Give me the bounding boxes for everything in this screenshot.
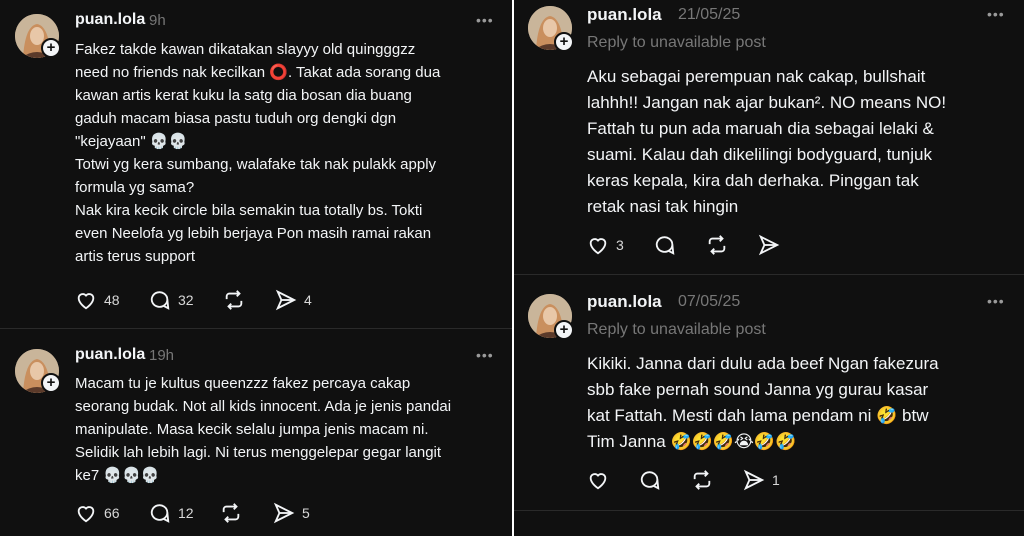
share-icon [743,469,765,491]
post-time: 21/05/25 [678,6,741,23]
reply-button[interactable] [654,233,683,257]
post-text: Kikiki. Janna dari dulu ada beef Ngan fa… [587,354,939,451]
action-bar: 48 32 4 [75,288,375,312]
share-button[interactable]: 4 [275,288,312,312]
share-icon [758,234,780,256]
repost-button[interactable] [223,288,252,312]
repost-button[interactable] [220,501,249,525]
username[interactable]: puan.lola [75,346,145,364]
thread-post: + puan.lola 9h ••• Fakez takde kawan dik… [0,0,512,328]
thread-post: + puan.lola 07/05/25 ••• Reply to unavai… [514,275,1024,510]
repost-icon [691,469,713,491]
comment-icon [654,234,676,256]
thread-post: + puan.lola 19h ••• Macam tu je kultus q… [0,329,512,536]
post-time: 9h [149,12,166,29]
follow-plus-icon[interactable]: + [554,320,574,340]
share-icon [273,502,295,524]
share-button[interactable]: 1 [743,468,780,492]
share-count: 1 [772,472,780,488]
action-bar: 66 12 5 [75,501,375,525]
follow-plus-icon[interactable]: + [41,373,61,393]
follow-plus-icon[interactable]: + [41,38,61,58]
more-icon[interactable]: ••• [987,6,1005,22]
more-icon[interactable]: ••• [476,12,494,28]
post-time: 19h [149,347,175,364]
reply-button[interactable] [639,468,668,492]
post-divider [514,510,1024,511]
username[interactable]: puan.lola [587,5,662,25]
repost-button[interactable] [706,233,735,257]
repost-icon [706,234,728,256]
follow-plus-icon[interactable]: + [554,32,574,52]
right-screenshot-panel: + puan.lola 21/05/25 ••• Reply to unavai… [514,0,1024,536]
repost-button[interactable] [691,468,720,492]
like-count: 48 [104,292,120,308]
like-button[interactable]: 3 [587,233,624,257]
post-text: Fakez takde kawan dikatakan slayyy old q… [75,41,441,265]
thread-post: + puan.lola 21/05/25 ••• Reply to unavai… [514,0,1024,274]
like-button[interactable]: 66 [75,501,120,525]
more-icon[interactable]: ••• [476,347,494,363]
more-icon[interactable]: ••• [987,293,1005,309]
action-bar: 1 [587,468,887,492]
reply-button[interactable]: 12 [149,501,194,525]
post-text: Macam tu je kultus queenzzz fakez percay… [75,375,452,484]
share-button[interactable] [758,233,787,257]
left-screenshot-panel: + puan.lola 9h ••• Fakez takde kawan dik… [0,0,512,536]
share-icon [275,289,297,311]
reply-context[interactable]: Reply to unavailable post [587,321,766,339]
heart-icon [587,234,609,256]
post-text: Aku sebagai perempuan nak cakap, bullsha… [587,67,947,216]
heart-icon [75,289,97,311]
action-bar: 3 [587,233,887,257]
like-count: 3 [616,237,624,253]
username[interactable]: puan.lola [587,292,662,312]
comment-icon [149,502,171,524]
like-count: 66 [104,505,120,521]
heart-icon [75,502,97,524]
repost-icon [220,502,242,524]
username[interactable]: puan.lola [75,11,145,29]
heart-icon [587,469,609,491]
reply-count: 32 [178,292,194,308]
repost-icon [223,289,245,311]
share-count: 5 [302,505,310,521]
reply-button[interactable]: 32 [149,288,194,312]
comment-icon [149,289,171,311]
share-button[interactable]: 5 [273,501,310,525]
like-button[interactable] [587,468,616,492]
post-time: 07/05/25 [678,293,741,310]
like-button[interactable]: 48 [75,288,120,312]
comment-icon [639,469,661,491]
share-count: 4 [304,292,312,308]
reply-count: 12 [178,505,194,521]
reply-context[interactable]: Reply to unavailable post [587,34,766,52]
